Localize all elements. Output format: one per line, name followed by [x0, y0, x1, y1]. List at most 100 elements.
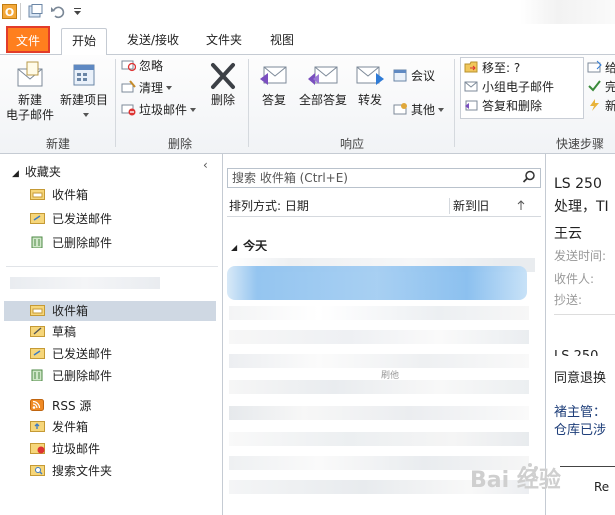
list-item[interactable] [229, 432, 529, 446]
folder-deleted[interactable]: 已删除邮件 [30, 366, 216, 386]
reply-label: 答复 [261, 93, 286, 107]
list-item[interactable] [229, 406, 529, 420]
title-bar: O [0, 0, 615, 24]
ignore-button[interactable]: 忽略 [121, 57, 163, 75]
list-item[interactable] [229, 380, 529, 394]
expand-triangle-icon[interactable]: ◢ [12, 169, 19, 179]
done-label: 完 [605, 80, 615, 94]
meeting-button[interactable]: 会议 [393, 67, 435, 85]
new-items-button[interactable]: 新建项目 [56, 61, 112, 120]
favorite-sent[interactable]: 已发送邮件 [30, 209, 216, 229]
folder-sent-label: 已发送邮件 [52, 347, 113, 361]
sort-arrow-icon[interactable] [515, 196, 527, 220]
watermark: Bai 经验 [470, 468, 561, 493]
reply-all-button[interactable]: 全部答复 [296, 61, 350, 108]
folder-outbox[interactable]: 发件箱 [30, 417, 216, 437]
junk-folder-icon [30, 440, 45, 454]
folder-drafts[interactable]: 草稿 [30, 322, 216, 342]
sent-folder-icon [30, 345, 45, 359]
blurred-account-name [10, 277, 160, 289]
folder-search-label: 搜索文件夹 [52, 464, 113, 478]
sort-by-button[interactable]: 排列方式: 日期 [229, 196, 309, 216]
team-email-icon [464, 79, 479, 93]
send-receive-icon[interactable] [28, 4, 43, 19]
quick-step-done[interactable]: 完 [587, 78, 615, 96]
deleted-folder-icon [30, 234, 45, 249]
folder-search[interactable]: 搜索文件夹 [30, 461, 216, 481]
collapse-pane-icon[interactable]: ‹ [203, 158, 208, 172]
clean-up-icon [121, 80, 136, 94]
new-email-button[interactable]: 新建 电子邮件 [4, 61, 56, 123]
meeting-icon [393, 68, 408, 82]
outbox-folder-icon [30, 418, 45, 432]
sent-folder-icon [30, 210, 45, 224]
group-separator [454, 59, 455, 147]
paw-watermark-icon [520, 462, 540, 482]
favorite-inbox-label: 收件箱 [52, 188, 89, 202]
sent-time-label: 发送时间: [554, 249, 607, 263]
list-item[interactable] [229, 354, 529, 368]
clean-up-label: 清理 [139, 81, 164, 95]
tab-send-receive[interactable]: 发送/接收 [118, 28, 188, 52]
favorite-inbox[interactable]: 收件箱 [30, 185, 216, 205]
tab-folder[interactable]: 文件夹 [198, 28, 250, 52]
search-placeholder: 搜索 收件箱 (Ctrl+E) [232, 171, 348, 185]
quick-step-team-email[interactable]: 小组电子邮件 [464, 78, 554, 96]
quick-step-new[interactable]: 新 [587, 97, 615, 115]
quick-step-move-to[interactable]: 移至: ? [464, 59, 520, 77]
favorites-header[interactable]: ◢ 收藏夹 [12, 163, 61, 180]
junk-button[interactable]: 垃圾邮件 [121, 101, 197, 119]
folder-rss[interactable]: RSS 源 [30, 396, 216, 416]
navigation-pane: ◢ 收藏夹 ‹ 收件箱 已发送邮件 已删除邮件 收件箱 草稿 已发送邮件 已删除邮… [0, 154, 223, 515]
favorite-deleted-label: 已删除邮件 [52, 236, 113, 250]
folder-sent[interactable]: 已发送邮件 [30, 344, 216, 364]
delete-button[interactable]: 删除 [203, 61, 243, 108]
more-respond-button[interactable]: 其他 [393, 101, 445, 119]
blurred-title-region [520, 0, 615, 24]
group-separator [248, 59, 249, 147]
list-item[interactable] [229, 330, 529, 344]
new-items-dropdown[interactable] [56, 108, 112, 120]
group-separator [115, 59, 116, 147]
folder-inbox[interactable]: 收件箱 [4, 301, 216, 321]
collapse-triangle-icon[interactable]: ◢ [231, 243, 237, 251]
tab-file[interactable]: 文件 [6, 26, 50, 53]
favorites-header-label: 收藏夹 [24, 165, 61, 179]
undo-icon[interactable] [50, 4, 65, 19]
drafts-folder-icon [30, 323, 45, 337]
done-check-icon [587, 79, 602, 93]
clean-up-button[interactable]: 清理 [121, 79, 173, 97]
ribbon-tab-bar: 文件 开始 发送/接收 文件夹 视图 [0, 24, 615, 55]
forward-button[interactable]: 转发 [352, 61, 388, 108]
sort-bar: 排列方式: 日期 新到旧 [227, 196, 541, 217]
list-item[interactable] [229, 306, 529, 320]
quick-step-to-manager[interactable]: 给 [587, 59, 615, 77]
message-list: 搜索 收件箱 (Ctrl+E) 排列方式: 日期 新到旧 ◢ 今天 刷他 [223, 154, 546, 515]
reading-pane: LS 250 处理，TI 王云 发送时间: 收件人: 抄送: LS 250 同意… [546, 154, 615, 515]
ribbon: 新建 电子邮件 新建项目 新建 忽略 清理 垃圾邮件 删除 删除 答复 全部答复… [0, 55, 615, 154]
outlook-app-icon[interactable]: O [2, 4, 17, 19]
group-header-today[interactable]: ◢ 今天 [231, 237, 267, 251]
folder-rss-label: RSS 源 [52, 399, 92, 413]
reply-button[interactable]: 答复 [254, 61, 294, 108]
favorite-deleted[interactable]: 已删除邮件 [30, 233, 216, 253]
divider [560, 466, 615, 467]
list-item-selected[interactable] [227, 266, 527, 300]
divider [449, 198, 450, 214]
sort-order-button[interactable]: 新到旧 [453, 196, 489, 216]
reply-delete-icon [464, 98, 479, 112]
body-line-2: 同意退换 [554, 371, 607, 386]
group-respond-label: 响应 [339, 137, 364, 151]
customize-quick-access-icon[interactable] [73, 4, 88, 19]
search-icon[interactable] [522, 170, 536, 189]
team-email-label: 小组电子邮件 [482, 80, 555, 94]
delete-icon [207, 61, 239, 91]
new-lightning-icon [587, 98, 602, 112]
move-to-label: 移至: ? [482, 61, 521, 75]
body-line-3: 褚主管： [554, 405, 607, 420]
folder-junk[interactable]: 垃圾邮件 [30, 439, 216, 459]
search-input[interactable]: 搜索 收件箱 (Ctrl+E) [227, 168, 541, 188]
quick-step-reply-delete[interactable]: 答复和删除 [464, 97, 542, 115]
tab-home[interactable]: 开始 [61, 28, 107, 55]
tab-view[interactable]: 视图 [260, 28, 304, 52]
